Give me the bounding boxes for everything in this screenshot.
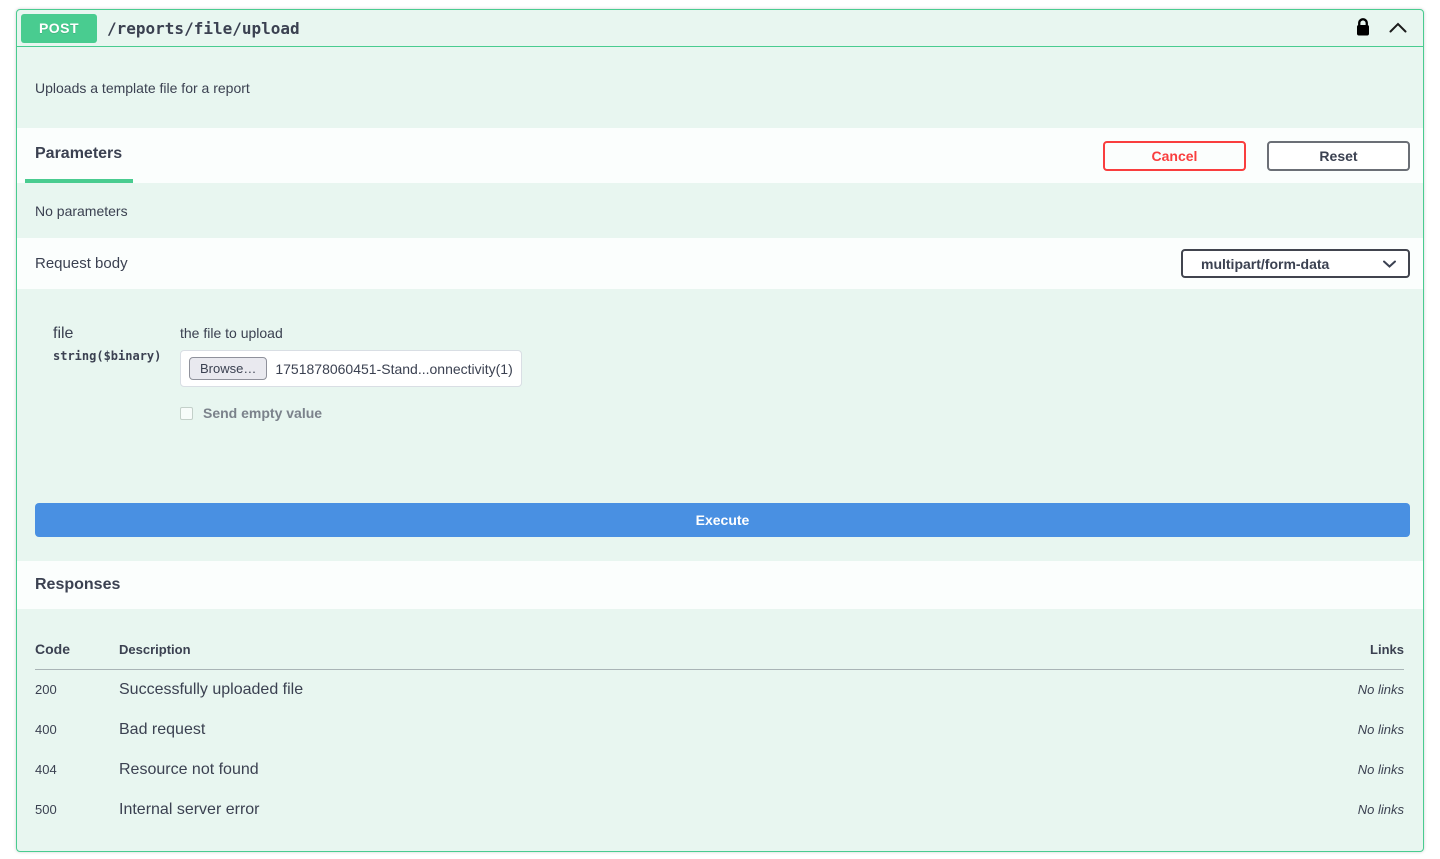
response-code: 404	[35, 750, 119, 790]
column-code: Code	[35, 609, 119, 670]
file-name: 1751878060451-Stand...onnectivity(1).xls…	[275, 361, 513, 377]
cancel-button[interactable]: Cancel	[1103, 141, 1246, 171]
no-parameters-section: No parameters	[17, 183, 1423, 238]
response-code: 200	[35, 670, 119, 710]
parameters-header: Parameters Cancel Reset	[17, 128, 1423, 183]
content-type-value: multipart/form-data	[1201, 256, 1383, 272]
column-description: Description	[119, 609, 1284, 670]
response-code: 500	[35, 790, 119, 830]
response-description: Internal server error	[119, 790, 1284, 830]
send-empty-label: Send empty value	[203, 405, 322, 421]
endpoint-header[interactable]: POST /reports/file/upload	[17, 10, 1423, 47]
responses-table: Code Description Links 200 Successfully …	[35, 609, 1404, 830]
reset-button[interactable]: Reset	[1267, 141, 1410, 171]
endpoint-description: Uploads a template file for a report	[35, 80, 250, 96]
response-description: Bad request	[119, 710, 1284, 750]
endpoint-card: POST /reports/file/upload	[16, 9, 1424, 852]
response-row-200: 200 Successfully uploaded file No links	[35, 670, 1404, 710]
chevron-down-icon	[1383, 255, 1396, 273]
no-parameters-message: No parameters	[35, 203, 128, 219]
response-links: No links	[1284, 710, 1404, 750]
responses-section: Code Description Links 200 Successfully …	[17, 609, 1423, 851]
auth-lock-button[interactable]	[1353, 15, 1373, 42]
responses-table-header: Code Description Links	[35, 609, 1404, 670]
response-row-404: 404 Resource not found No links	[35, 750, 1404, 790]
parameter-description: the file to upload	[180, 325, 1410, 341]
responses-header: Responses	[17, 561, 1423, 609]
endpoint-description-section: Uploads a template file for a report	[17, 47, 1423, 128]
response-code: 400	[35, 710, 119, 750]
parameter-type: string($binary)	[53, 349, 164, 363]
request-body-header: Request body multipart/form-data	[17, 238, 1423, 289]
response-description: Resource not found	[119, 750, 1284, 790]
lock-icon	[1355, 17, 1371, 40]
response-links: No links	[1284, 670, 1404, 710]
response-description: Successfully uploaded file	[119, 670, 1284, 710]
collapse-button[interactable]	[1387, 19, 1409, 38]
endpoint-path: /reports/file/upload	[107, 19, 300, 38]
execute-button[interactable]: Execute	[35, 503, 1410, 537]
response-row-500: 500 Internal server error No links	[35, 790, 1404, 830]
parameter-name: file	[53, 325, 164, 343]
method-badge: POST	[21, 14, 97, 43]
send-empty-checkbox[interactable]	[180, 407, 193, 420]
browse-button[interactable]: Browse…	[189, 357, 267, 380]
request-body-label: Request body	[35, 255, 128, 272]
response-links: No links	[1284, 790, 1404, 830]
chevron-up-icon	[1389, 21, 1407, 36]
file-input[interactable]: Browse… 1751878060451-Stand...onnectivit…	[180, 350, 522, 387]
response-row-400: 400 Bad request No links	[35, 710, 1404, 750]
column-links: Links	[1284, 609, 1404, 670]
responses-title: Responses	[35, 576, 120, 594]
request-body-form: file string($binary) the file to upload …	[17, 289, 1423, 561]
response-links: No links	[1284, 750, 1404, 790]
tab-parameters[interactable]: Parameters	[25, 128, 133, 183]
parameter-row-file: file string($binary) the file to upload …	[53, 325, 1410, 421]
content-type-select[interactable]: multipart/form-data	[1181, 249, 1410, 278]
